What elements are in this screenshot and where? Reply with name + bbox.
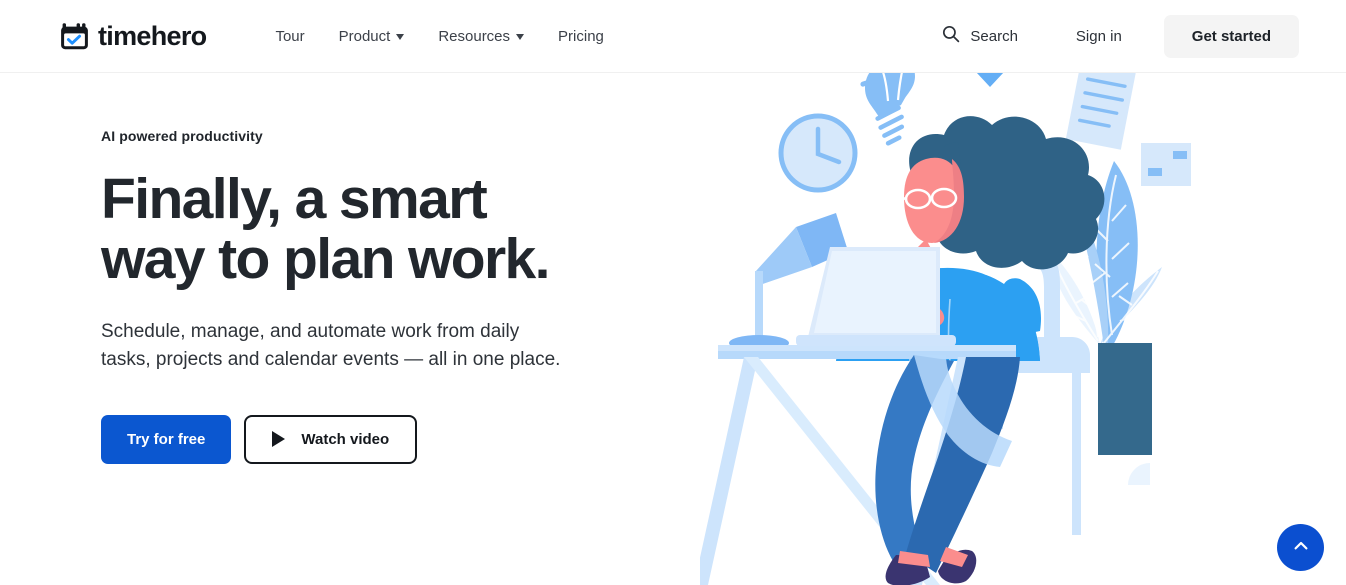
document-page — [1065, 62, 1136, 150]
nav-item-label: Resources — [438, 27, 511, 45]
hero-section: AI powered productivity Finally, a smart… — [101, 128, 661, 464]
main-nav: Tour Product Resources Pricing — [258, 20, 620, 53]
hero-headline: Finally, a smart way to plan work. — [101, 167, 551, 291]
nav-item-product[interactable]: Product — [322, 20, 422, 53]
chevron-up-icon — [1292, 537, 1310, 558]
hero-eyebrow: AI powered productivity — [101, 128, 263, 144]
sign-in-link[interactable]: Sign in — [1054, 20, 1144, 53]
brand-logo-link[interactable]: timehero — [60, 20, 207, 51]
calendar-check-icon — [60, 22, 89, 51]
scroll-to-top-button[interactable] — [1277, 524, 1324, 571]
legs — [875, 355, 1020, 585]
woman-working-at-desk-illustration — [700, 55, 1346, 585]
nav-item-resources[interactable]: Resources — [421, 20, 541, 53]
search-button[interactable]: Search — [928, 17, 1032, 55]
chevron-down-icon — [396, 34, 405, 40]
watch-video-label: Watch video — [301, 430, 390, 448]
nav-item-label: Product — [338, 27, 391, 45]
watch-video-button[interactable]: Watch video — [244, 414, 418, 464]
brand-name: timehero — [98, 20, 207, 51]
hero-cta-row: Try for free Watch video — [101, 414, 661, 464]
page-root: timehero Tour Product Resources Pricing — [0, 0, 1346, 585]
clock-icon — [778, 113, 858, 193]
note-card — [1141, 143, 1191, 186]
nav-item-tour[interactable]: Tour — [258, 20, 321, 53]
play-icon — [272, 431, 286, 448]
get-started-button[interactable]: Get started — [1163, 14, 1299, 58]
nav-item-label: Tour — [275, 27, 305, 45]
site-header: timehero Tour Product Resources Pricing — [0, 0, 1346, 73]
try-for-free-button[interactable]: Try for free — [101, 414, 232, 464]
chevron-down-icon — [516, 34, 525, 40]
search-icon — [942, 25, 960, 47]
nav-item-pricing[interactable]: Pricing — [541, 20, 621, 53]
nav-item-label: Pricing — [558, 27, 604, 45]
header-actions: Search Sign in Get started — [928, 14, 1299, 58]
hero-subhead: Schedule, manage, and automate work from… — [101, 320, 561, 370]
search-label: Search — [970, 27, 1018, 45]
